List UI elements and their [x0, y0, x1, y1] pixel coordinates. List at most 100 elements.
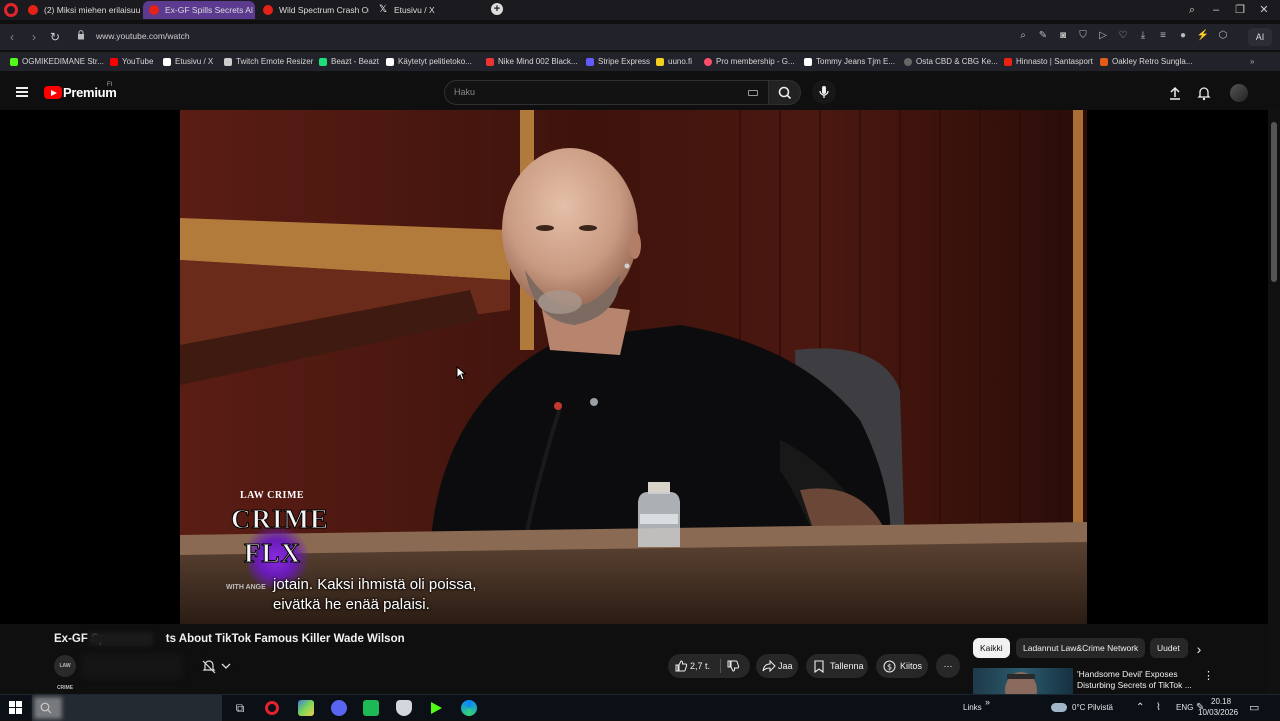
- heart-icon[interactable]: ♡: [1116, 29, 1130, 43]
- taskbar-search-box[interactable]: [32, 695, 222, 721]
- notifications-icon[interactable]: ▭: [1249, 701, 1259, 714]
- back-icon[interactable]: ‹: [4, 29, 20, 45]
- subscription-bell-button[interactable]: [196, 654, 240, 678]
- browser-tab[interactable]: (2) Miksi miehen erilaisuu: [22, 1, 140, 19]
- keyboard-icon[interactable]: [748, 90, 758, 96]
- clock-date[interactable]: 10/03/2026: [1198, 708, 1238, 717]
- download-icon[interactable]: ⤓: [1136, 29, 1150, 43]
- network-icon[interactable]: ⌇: [1156, 702, 1161, 713]
- recommended-video-thumbnail[interactable]: [973, 668, 1073, 694]
- subtitle-line: eivätkä he enää palaisi.: [273, 596, 430, 613]
- thumbnail-image: [1005, 672, 1037, 694]
- upload-icon[interactable]: [1167, 85, 1183, 101]
- cube-icon[interactable]: ⬡: [1216, 29, 1230, 43]
- green-play-app-icon[interactable]: [428, 700, 444, 716]
- country-code: FI: [107, 82, 113, 88]
- save-button[interactable]: Tallenna: [806, 654, 868, 678]
- chip-newest[interactable]: Uudet: [1150, 638, 1188, 658]
- chip-all[interactable]: Kaikki: [973, 638, 1010, 658]
- bookmark-label: Beazt - Beazt: [331, 57, 380, 66]
- divider: [720, 659, 721, 673]
- task-view-icon[interactable]: ⧉: [232, 700, 248, 716]
- kick-icon: [10, 58, 18, 66]
- thumbs-down-icon[interactable]: [726, 659, 740, 673]
- video-player[interactable]: LAW CRIME CRIME FLX WITH ANGE jotain. Ka…: [0, 110, 1268, 624]
- thanks-button[interactable]: $ Kiitos: [876, 654, 928, 678]
- chips-next-icon[interactable]: ›: [1190, 640, 1208, 658]
- edge-browser-icon[interactable]: [461, 700, 477, 716]
- chip-uploaded-by-channel[interactable]: Ladannut Law&Crime Network: [1016, 638, 1146, 658]
- bookmark-item[interactable]: Twitch Emote Resizer: [224, 55, 313, 69]
- hamburger-menu-icon[interactable]: [16, 87, 28, 97]
- photoshop-like-app-icon[interactable]: [298, 700, 314, 716]
- new-tab-button[interactable]: +: [491, 3, 503, 15]
- browser-tab[interactable]: 𝕏 Etusivu / X: [372, 1, 482, 19]
- profile-icon[interactable]: ●: [1176, 29, 1190, 43]
- share-button[interactable]: Jaa: [756, 654, 798, 678]
- recommendation-menu-icon[interactable]: ⋮: [1203, 669, 1214, 683]
- location-pin-icon: [704, 58, 712, 66]
- bookmark-item[interactable]: YouTube: [110, 55, 153, 69]
- thanks-dollar-icon: $: [883, 660, 896, 673]
- tab-search-icon[interactable]: ⌕: [1184, 2, 1200, 18]
- bookmark-item[interactable]: Käytetyt pelitietoko...: [386, 55, 472, 69]
- weather-status[interactable]: 0°C Pilvistä: [1072, 703, 1113, 712]
- channel-avatar[interactable]: LAW CRIME: [54, 655, 76, 691]
- links-expand-icon[interactable]: »: [985, 697, 990, 707]
- stripe-icon: [586, 58, 594, 66]
- search-input[interactable]: Haku: [444, 80, 769, 105]
- green-app-icon[interactable]: [363, 700, 379, 716]
- like-count[interactable]: 2,7 t.: [690, 654, 710, 678]
- restore-icon[interactable]: ❐: [1232, 2, 1248, 18]
- bookmark-item[interactable]: OGMIKEDIMANE Str...: [10, 55, 104, 69]
- opera-taskbar-icon[interactable]: [265, 701, 279, 715]
- input-language[interactable]: ENG: [1176, 703, 1193, 712]
- thumbs-up-icon[interactable]: [674, 659, 688, 673]
- user-avatar[interactable]: [1230, 84, 1248, 102]
- search-button[interactable]: [768, 80, 801, 105]
- links-toolbar[interactable]: Links: [963, 703, 982, 712]
- bookmark-item[interactable]: Pro membership - G...: [704, 55, 795, 69]
- recommended-video-title[interactable]: 'Handsome Devil' Exposes Disturbing Secr…: [1077, 669, 1199, 691]
- menu-icon[interactable]: ≡: [1156, 29, 1170, 43]
- close-icon[interactable]: ✕: [1256, 2, 1272, 18]
- ai-button[interactable]: AI: [1248, 28, 1272, 46]
- edit-icon[interactable]: ✎: [1036, 29, 1050, 43]
- notifications-bell-icon[interactable]: [1196, 85, 1212, 101]
- browser-tab-active[interactable]: Ex-GF Spills Secrets Al: [143, 1, 255, 19]
- shield-icon[interactable]: ⛉: [1076, 29, 1090, 43]
- bookmark-item[interactable]: Hinnasto | Santasport: [1004, 55, 1093, 69]
- bookmark-item[interactable]: Osta CBD & CBG Ke...: [904, 55, 998, 69]
- address-bar-row: ‹ › ↻ www.youtube.com/watch ⌕ ✎ ◙ ⛉ ▷ ♡ …: [0, 24, 1280, 50]
- browser-tab[interactable]: Wild Spectrum Crash Out: [257, 1, 369, 19]
- bookmark-item[interactable]: Beazt - Beazt: [319, 55, 379, 69]
- bookmark-item[interactable]: Nike Mind 002 Black...: [486, 55, 578, 69]
- bookmark-item[interactable]: Tommy Jeans Tjm E...: [804, 55, 895, 69]
- extension-icon[interactable]: ⚡: [1196, 29, 1210, 43]
- more-bookmarks-icon[interactable]: »: [1250, 55, 1254, 69]
- bookmark-item[interactable]: uuno.fi: [656, 55, 692, 69]
- page-scrollbar[interactable]: [1268, 110, 1280, 694]
- scrollbar-thumb[interactable]: [1271, 122, 1277, 282]
- discord-icon[interactable]: [331, 700, 347, 716]
- reload-icon[interactable]: ↻: [47, 29, 63, 45]
- opera-logo-icon[interactable]: [4, 3, 18, 17]
- browser-tab-strip: (2) Miksi miehen erilaisuu Ex-GF Spills …: [0, 0, 1280, 20]
- forward-icon[interactable]: ›: [26, 29, 42, 45]
- zoom-icon[interactable]: ⌕: [1016, 29, 1030, 43]
- url-field[interactable]: www.youtube.com/watch: [96, 31, 190, 41]
- bookmark-item[interactable]: Oakley Retro Sungla...: [1100, 55, 1192, 69]
- shield-app-icon[interactable]: [396, 700, 412, 716]
- more-actions-icon[interactable]: ⋯: [936, 654, 960, 678]
- clock-time[interactable]: 20.18: [1211, 697, 1231, 706]
- windows-start-icon[interactable]: [9, 701, 22, 714]
- bookmark-item[interactable]: Stripe Express: [586, 55, 650, 69]
- youtube-logo-icon[interactable]: [44, 86, 62, 99]
- minimize-icon[interactable]: –: [1208, 2, 1224, 18]
- cloud-weather-icon[interactable]: [1051, 703, 1067, 712]
- voice-search-button[interactable]: [812, 80, 836, 104]
- bookmark-item[interactable]: Etusivu / X: [163, 55, 213, 69]
- tray-overflow-icon[interactable]: ⌃: [1136, 702, 1144, 713]
- camera-icon[interactable]: ◙: [1056, 29, 1070, 43]
- play-icon[interactable]: ▷: [1096, 29, 1110, 43]
